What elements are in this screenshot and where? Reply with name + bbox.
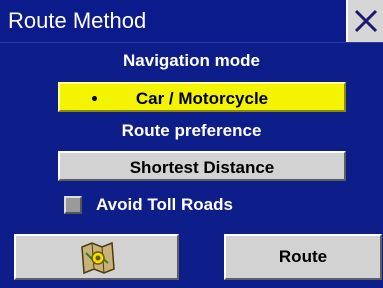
route-button[interactable]: Route: [224, 234, 382, 280]
title-bar: Route Method: [0, 0, 383, 43]
map-button[interactable]: [14, 234, 179, 280]
route-preference-value: Shortest Distance: [129, 158, 275, 177]
navigation-mode-selector[interactable]: Car / Motorcycle: [58, 82, 346, 112]
window-title: Route Method: [8, 8, 147, 33]
avoid-toll-roads-label[interactable]: Avoid Toll Roads: [96, 194, 233, 216]
close-icon: [354, 9, 378, 33]
selected-bullet-icon: [92, 96, 97, 101]
route-preference-label: Route preference: [121, 121, 262, 140]
close-button[interactable]: [346, 0, 383, 42]
navigation-mode-value: Car / Motorcycle: [135, 89, 269, 108]
map-icon: [81, 241, 115, 275]
route-preference-selector[interactable]: Shortest Distance: [58, 151, 346, 181]
avoid-toll-roads-checkbox[interactable]: [64, 196, 82, 214]
navigation-mode-label: Navigation mode: [123, 51, 260, 70]
